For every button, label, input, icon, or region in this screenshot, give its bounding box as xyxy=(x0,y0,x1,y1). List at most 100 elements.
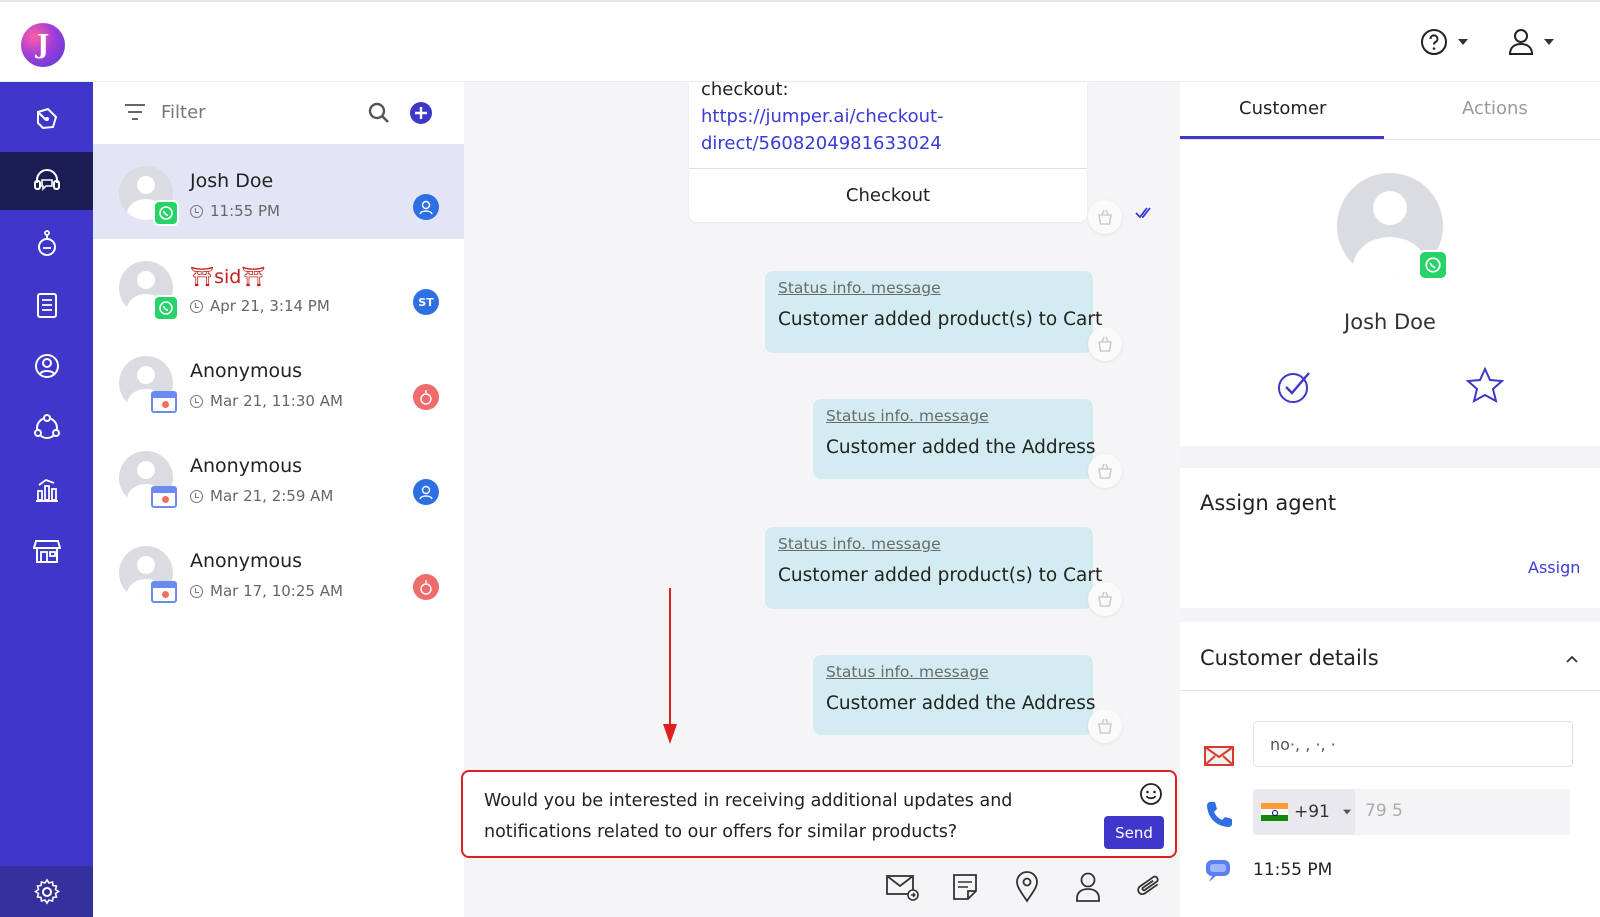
rail-item-broadcast[interactable] xyxy=(0,90,93,148)
status-message-text: Customer added product(s) to Cart xyxy=(778,565,1103,586)
rail-item-contacts[interactable] xyxy=(0,337,93,395)
status-message-title[interactable]: Status info. message xyxy=(826,407,1080,425)
clock-icon xyxy=(190,584,203,598)
store-icon xyxy=(32,540,61,563)
rail-item-integrations[interactable] xyxy=(0,399,93,457)
conversation-time: Mar 17, 10:25 AM xyxy=(190,582,343,600)
web-widget-icon xyxy=(151,486,177,508)
top-bar: J xyxy=(0,0,1600,82)
user-icon xyxy=(1508,29,1534,55)
resolve-check-icon[interactable] xyxy=(1275,366,1315,406)
app-logo[interactable]: J xyxy=(21,23,65,67)
shopping-bag-icon xyxy=(1088,582,1122,616)
attachment-button[interactable] xyxy=(1132,870,1166,904)
double-check-icon xyxy=(1135,207,1151,219)
whatsapp-icon xyxy=(1418,250,1448,280)
contact-button[interactable] xyxy=(1071,870,1105,904)
customer-panel: Customer Actions Josh Doe Assign agent A… xyxy=(1180,82,1600,917)
phone-icon xyxy=(1207,802,1232,827)
rail-item-analytics[interactable] xyxy=(0,460,93,518)
star-icon[interactable] xyxy=(1465,366,1505,406)
conversation-name: Anonymous xyxy=(190,360,303,382)
india-flag-icon xyxy=(1261,803,1288,821)
phone-number[interactable]: 79 5 xyxy=(1365,801,1403,821)
last-message-time: 11:55 PM xyxy=(1253,860,1333,880)
conversation-time: 11:55 PM xyxy=(190,202,280,220)
search-icon[interactable] xyxy=(367,101,391,125)
conversation-time: Apr 21, 3:14 PM xyxy=(190,297,330,315)
customer-profile: Josh Doe xyxy=(1180,140,1600,446)
template-button[interactable] xyxy=(948,870,982,904)
chat-bubble-icon xyxy=(1206,860,1230,882)
emoji-icon[interactable] xyxy=(1139,782,1163,806)
tab-actions[interactable]: Actions xyxy=(1462,98,1528,119)
checkout-card-text: checkout: https://jumper.ai/checkout-dir… xyxy=(701,79,944,154)
agent-avatar-icon xyxy=(413,479,439,505)
status-message: Status info. message Customer added the … xyxy=(813,655,1096,735)
shopping-bag-icon xyxy=(1088,200,1122,234)
status-message-title[interactable]: Status info. message xyxy=(826,663,1080,681)
email-send-icon xyxy=(886,875,919,901)
rail-item-orders[interactable] xyxy=(0,276,93,334)
customer-name: Josh Doe xyxy=(1344,310,1436,334)
analytics-icon xyxy=(35,478,58,502)
conversation-item[interactable]: Anonymous Mar 21, 2:59 AM xyxy=(93,429,464,524)
status-message-title[interactable]: Status info. message xyxy=(778,279,1080,297)
checkout-link[interactable]: https://jumper.ai/checkout-direct/560820… xyxy=(701,106,944,154)
annotation-arrow xyxy=(663,588,677,744)
headset-chat-icon xyxy=(33,169,60,191)
add-conversation-icon[interactable] xyxy=(409,101,433,125)
conversation-time: Mar 21, 11:30 AM xyxy=(190,392,343,410)
whatsapp-icon xyxy=(153,295,179,321)
status-message-title[interactable]: Status info. message xyxy=(778,535,1080,553)
send-email-button[interactable] xyxy=(885,870,919,904)
rail-item-conversations[interactable] xyxy=(0,152,93,210)
conversation-list: Filter Josh Doe 11:55 PM ⛩sid⛩ Apr 21, 3… xyxy=(93,82,464,917)
conversation-item[interactable]: Anonymous Mar 21, 11:30 AM xyxy=(93,334,464,429)
user-menu[interactable] xyxy=(1508,28,1554,56)
filter-bar: Filter xyxy=(93,82,464,144)
template-icon xyxy=(953,874,977,900)
network-icon xyxy=(33,414,60,439)
message-composer: Would you be interested in receiving add… xyxy=(461,770,1177,858)
conversation-item[interactable]: ⛩sid⛩ Apr 21, 3:14 PM ST xyxy=(93,239,464,334)
conversation-name: ⛩sid⛩ xyxy=(190,266,266,288)
checkout-button[interactable]: Checkout xyxy=(689,168,1087,222)
assign-link[interactable]: Assign xyxy=(1528,558,1580,577)
conversation-item[interactable]: Josh Doe 11:55 PM xyxy=(93,144,464,239)
bot-icon xyxy=(37,230,56,256)
filter-label[interactable]: Filter xyxy=(161,102,206,123)
settings-button[interactable] xyxy=(0,866,93,917)
status-message: Status info. message Customer added prod… xyxy=(765,527,1103,609)
email-field[interactable]: no·, , ·, · xyxy=(1253,721,1573,767)
message-input[interactable]: Would you be interested in receiving add… xyxy=(484,786,1094,848)
conversation-item[interactable]: Anonymous Mar 17, 10:25 AM xyxy=(93,524,464,619)
rail-item-store[interactable] xyxy=(0,522,93,580)
chevron-up-icon[interactable] xyxy=(1565,654,1579,664)
status-message: Status info. message Customer added the … xyxy=(813,399,1096,479)
conversation-name: Anonymous xyxy=(190,455,303,477)
email-icon xyxy=(1204,746,1234,766)
customer-details-title: Customer details xyxy=(1200,646,1379,670)
country-code: +91 xyxy=(1294,802,1330,822)
send-button[interactable]: Send xyxy=(1104,816,1164,849)
contact-icon xyxy=(1076,872,1100,902)
shopping-bag-icon xyxy=(1088,327,1122,361)
help-menu[interactable] xyxy=(1420,28,1468,56)
conversation-time: Mar 21, 2:59 AM xyxy=(190,487,333,505)
filter-icon[interactable] xyxy=(123,102,147,122)
bot-icon xyxy=(413,574,439,600)
whatsapp-icon xyxy=(153,200,179,226)
clipboard-list-icon xyxy=(36,293,57,318)
rail-item-bots[interactable] xyxy=(0,214,93,272)
gear-icon xyxy=(33,878,60,904)
agent-initials-badge: ST xyxy=(413,289,439,315)
tab-customer[interactable]: Customer xyxy=(1239,98,1326,119)
chevron-down-icon xyxy=(1544,39,1554,45)
location-button[interactable] xyxy=(1010,870,1044,904)
attachment-icon xyxy=(1137,875,1159,895)
broadcast-pen-icon xyxy=(36,107,57,130)
left-rail xyxy=(0,82,93,917)
phone-field: +91 79 5 xyxy=(1253,789,1570,835)
country-code-select[interactable]: +91 xyxy=(1253,789,1355,835)
